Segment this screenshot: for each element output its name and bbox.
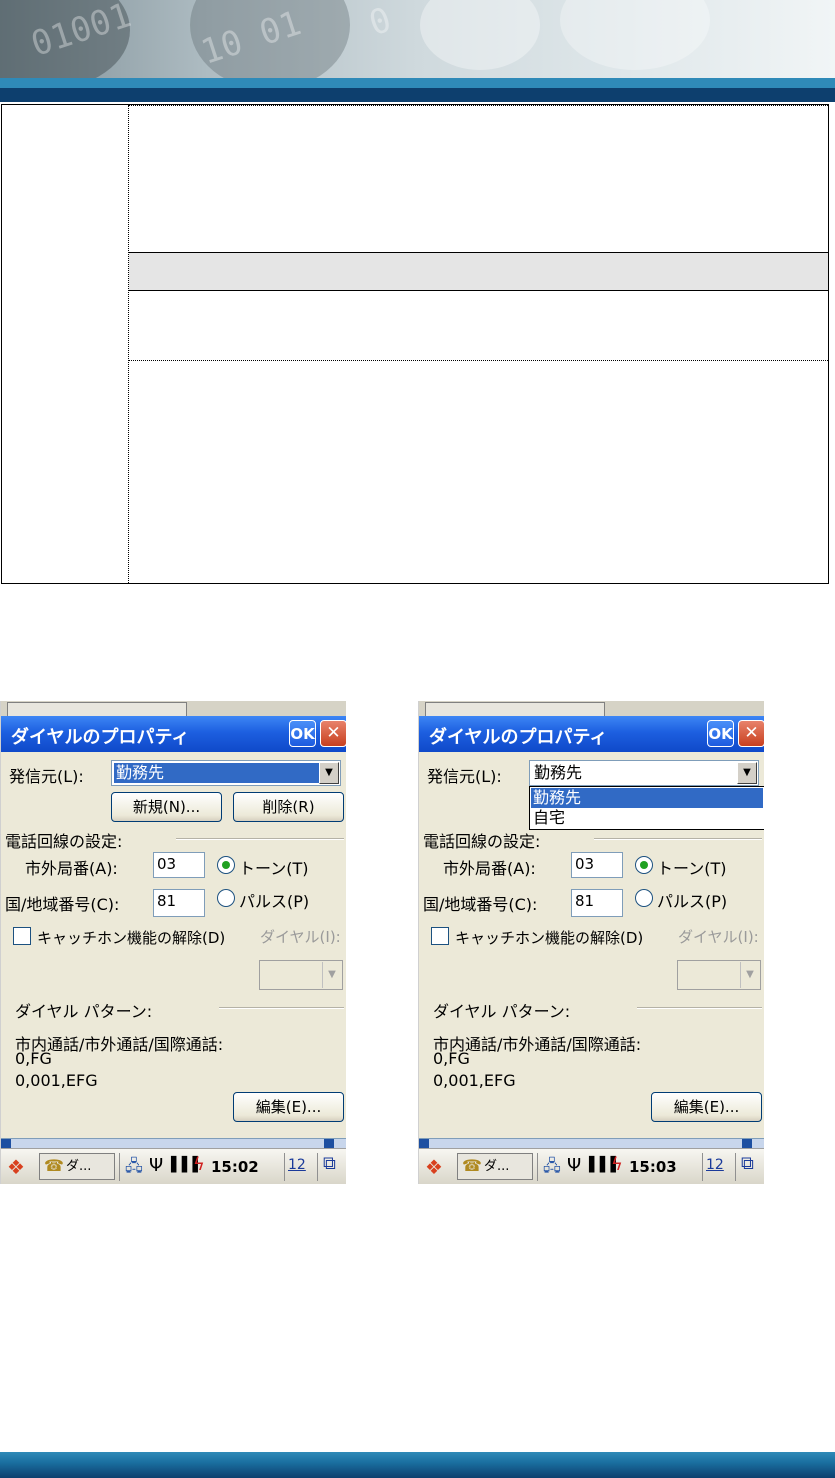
dropdown-option-home[interactable]: 自宅 bbox=[531, 808, 763, 828]
header-banner: 01001 10 01 0 bbox=[0, 0, 835, 102]
pulse-label: パルス(P) bbox=[657, 892, 728, 911]
separator bbox=[637, 1007, 762, 1009]
tone-label: トーン(T) bbox=[657, 859, 727, 878]
chevron-down-icon[interactable]: ▼ bbox=[319, 762, 339, 784]
dial-pattern-label: ダイヤル パターン: bbox=[15, 1002, 153, 1021]
tone-radio[interactable] bbox=[635, 856, 653, 874]
battery-charging-icon[interactable]: ϟ bbox=[611, 1154, 623, 1175]
from-label: 発信元(L): bbox=[427, 767, 502, 786]
antenna-off-icon[interactable]: Ψ bbox=[567, 1155, 581, 1176]
taskbar-app-button[interactable]: ☎ ダ... bbox=[39, 1153, 115, 1180]
country-code-field[interactable]: 81 bbox=[571, 889, 623, 917]
taskbar-app-label: ダ... bbox=[66, 1159, 92, 1174]
country-code-label: 国/地域番号(C): bbox=[5, 895, 120, 914]
pattern-intl: 0,001,EFG bbox=[433, 1071, 516, 1090]
phone-icon: ☎ bbox=[462, 1156, 482, 1175]
pulse-radio[interactable] bbox=[217, 889, 235, 907]
pulse-label: パルス(P) bbox=[239, 892, 310, 911]
taskbar-app-label: ダ... bbox=[484, 1159, 510, 1174]
line-settings-label: 電話回線の設定: bbox=[5, 832, 123, 851]
table-column-divider bbox=[128, 105, 129, 583]
chevron-down-icon: ▼ bbox=[322, 962, 341, 988]
clock[interactable]: 15:03 bbox=[629, 1158, 677, 1176]
country-code-field[interactable]: 81 bbox=[153, 889, 205, 917]
location-combo[interactable]: 勤務先 ▼ bbox=[529, 760, 759, 786]
pattern-local: 0,FG bbox=[15, 1049, 52, 1068]
screenshot-dialing-properties-1: ダイヤルのプロパティ OK ✕ 発信元(L): 勤務先 ▼ 新規(N)... 削… bbox=[0, 701, 346, 1184]
background-window bbox=[419, 701, 764, 717]
taskbar: ❖ ☎ ダ... 🖧 Ψ ▌▌▌ ϟ 15:02 12 ⧉ bbox=[1, 1148, 346, 1184]
call-waiting-label: キャッチホン機能の解除(D) bbox=[455, 929, 644, 947]
country-code-label: 国/地域番号(C): bbox=[423, 895, 538, 914]
header-dark-band bbox=[0, 88, 835, 102]
location-value: 勤務先 bbox=[534, 763, 583, 782]
call-waiting-label: キャッチホン機能の解除(D) bbox=[37, 929, 226, 947]
separator bbox=[594, 838, 762, 840]
chevron-down-icon[interactable]: ▼ bbox=[737, 762, 757, 784]
network-icon[interactable]: 🖧 bbox=[125, 1155, 143, 1182]
location-combo[interactable]: 勤務先 ▼ bbox=[111, 760, 341, 786]
background-window bbox=[1, 701, 346, 717]
windows-switch-icon[interactable]: ⧉ bbox=[741, 1153, 754, 1174]
area-code-field[interactable]: 03 bbox=[571, 852, 623, 878]
content-table bbox=[1, 104, 829, 584]
dial-label: ダイヤル(I): bbox=[260, 928, 341, 946]
close-button[interactable]: ✕ bbox=[320, 720, 346, 747]
dialog-title: ダイヤルのプロパティ bbox=[429, 727, 608, 748]
call-waiting-checkbox[interactable] bbox=[13, 927, 31, 945]
dialog-title: ダイヤルのプロパティ bbox=[11, 727, 190, 748]
taskbar: ❖ ☎ ダ... 🖧 Ψ ▌▌▌ ϟ 15:03 12 ⧉ bbox=[419, 1148, 764, 1184]
windows-switch-icon[interactable]: ⧉ bbox=[323, 1153, 336, 1174]
area-code-label: 市外局番(A): bbox=[25, 859, 118, 878]
pulse-radio[interactable] bbox=[635, 889, 653, 907]
close-button[interactable]: ✕ bbox=[738, 720, 764, 747]
new-button[interactable]: 新規(N)... bbox=[111, 792, 222, 822]
tone-radio[interactable] bbox=[217, 856, 235, 874]
taskbar-app-button[interactable]: ☎ ダ... bbox=[457, 1153, 533, 1180]
edit-button[interactable]: 編集(E)... bbox=[651, 1092, 762, 1122]
location-dropdown-list: 勤務先 自宅 bbox=[529, 786, 764, 830]
call-waiting-checkbox[interactable] bbox=[431, 927, 449, 945]
location-value: 勤務先 bbox=[114, 763, 323, 783]
header-accent-line bbox=[0, 78, 835, 88]
ok-button[interactable]: OK bbox=[707, 720, 734, 747]
dropdown-option-work[interactable]: 勤務先 bbox=[531, 788, 763, 808]
dial-combo-disabled: ▼ bbox=[677, 960, 761, 990]
screenshot-dialing-properties-2: ダイヤルのプロパティ OK ✕ 発信元(L): 勤務先 ▼ 勤務先 自宅 電話回… bbox=[418, 701, 764, 1184]
footer-band bbox=[0, 1452, 835, 1478]
separator bbox=[176, 838, 344, 840]
antenna-off-icon[interactable]: Ψ bbox=[149, 1155, 163, 1176]
ok-button[interactable]: OK bbox=[289, 720, 316, 747]
delete-button[interactable]: 削除(R) bbox=[233, 792, 344, 822]
table-row-divider bbox=[129, 360, 828, 361]
calendar-icon[interactable]: 12 bbox=[288, 1157, 306, 1173]
chevron-down-icon: ▼ bbox=[740, 962, 759, 988]
dial-pattern-label: ダイヤル パターン: bbox=[433, 1002, 571, 1021]
calendar-icon[interactable]: 12 bbox=[706, 1157, 724, 1173]
table-top-divider bbox=[129, 105, 828, 106]
area-code-label: 市外局番(A): bbox=[443, 859, 536, 878]
pattern-intl: 0,001,EFG bbox=[15, 1071, 98, 1090]
network-icon[interactable]: 🖧 bbox=[543, 1155, 561, 1182]
from-label: 発信元(L): bbox=[9, 767, 84, 786]
clock[interactable]: 15:02 bbox=[211, 1158, 259, 1176]
area-code-field[interactable]: 03 bbox=[153, 852, 205, 878]
separator bbox=[219, 1007, 344, 1009]
tone-label: トーン(T) bbox=[239, 859, 309, 878]
dial-combo-disabled: ▼ bbox=[259, 960, 343, 990]
windows-start-icon[interactable]: ❖ bbox=[425, 1155, 443, 1179]
windows-start-icon[interactable]: ❖ bbox=[7, 1155, 25, 1179]
table-header-row bbox=[129, 252, 828, 291]
pattern-local: 0,FG bbox=[433, 1049, 470, 1068]
phone-icon: ☎ bbox=[44, 1156, 64, 1175]
battery-charging-icon[interactable]: ϟ bbox=[193, 1154, 205, 1175]
line-settings-label: 電話回線の設定: bbox=[423, 832, 541, 851]
dial-label: ダイヤル(I): bbox=[678, 928, 759, 946]
edit-button[interactable]: 編集(E)... bbox=[233, 1092, 344, 1122]
